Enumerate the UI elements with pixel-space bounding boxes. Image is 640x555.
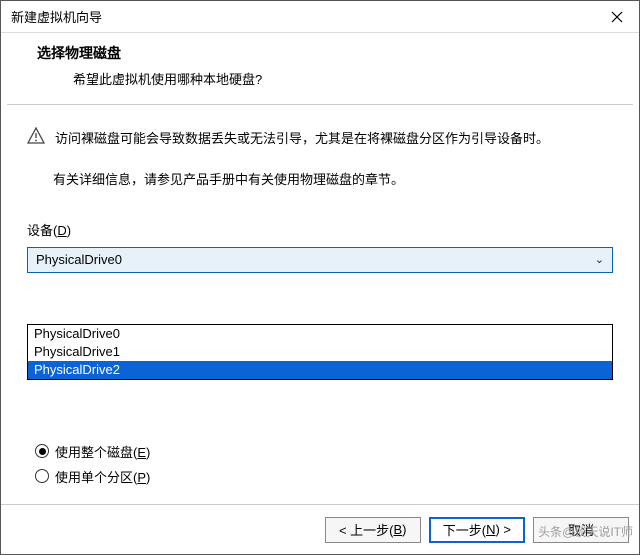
- close-button[interactable]: [595, 1, 639, 33]
- device-combobox[interactable]: PhysicalDrive0 ⌄: [27, 247, 613, 273]
- wizard-footer: < 上一步(B) 下一步(N) > 取消: [1, 504, 639, 554]
- header-title: 选择物理磁盘: [37, 43, 619, 63]
- device-dropdown[interactable]: PhysicalDrive0 PhysicalDrive1 PhysicalDr…: [27, 324, 613, 380]
- radio-icon: [35, 469, 49, 483]
- radio-use-single-partition[interactable]: 使用单个分区(P): [27, 467, 613, 486]
- warning-text: 访问裸磁盘可能会导致数据丢失或无法引导，尤其是在将裸磁盘分区作为引导设备时。: [55, 127, 549, 150]
- content-area: 访问裸磁盘可能会导致数据丢失或无法引导，尤其是在将裸磁盘分区作为引导设备时。 有…: [1, 105, 639, 486]
- wizard-header: 选择物理磁盘 希望此虚拟机使用哪种本地硬盘?: [1, 33, 639, 102]
- warning-icon: [27, 127, 45, 150]
- titlebar: 新建虚拟机向导: [1, 1, 639, 33]
- radio-part-label: 使用单个分区(P): [55, 467, 150, 486]
- radio-full-label: 使用整个磁盘(E): [55, 442, 150, 461]
- close-icon: [611, 11, 623, 23]
- device-option-1[interactable]: PhysicalDrive1: [28, 343, 612, 361]
- radio-use-full-disk[interactable]: 使用整个磁盘(E): [27, 442, 613, 461]
- warning-row: 访问裸磁盘可能会导致数据丢失或无法引导，尤其是在将裸磁盘分区作为引导设备时。: [27, 127, 613, 150]
- device-selected-value: PhysicalDrive0: [36, 252, 591, 267]
- radio-icon: [35, 444, 49, 458]
- chevron-down-icon: ⌄: [591, 253, 608, 266]
- device-label: 设备(D): [27, 220, 613, 239]
- cancel-button[interactable]: 取消: [533, 517, 629, 543]
- device-option-2[interactable]: PhysicalDrive2: [28, 361, 612, 379]
- next-button[interactable]: 下一步(N) >: [429, 517, 525, 543]
- header-subtitle: 希望此虚拟机使用哪种本地硬盘?: [37, 69, 619, 88]
- info-text: 有关详细信息，请参见产品手册中有关使用物理磁盘的章节。: [27, 168, 613, 191]
- window-title: 新建虚拟机向导: [11, 7, 595, 26]
- back-button[interactable]: < 上一步(B): [325, 517, 421, 543]
- device-option-0[interactable]: PhysicalDrive0: [28, 325, 612, 343]
